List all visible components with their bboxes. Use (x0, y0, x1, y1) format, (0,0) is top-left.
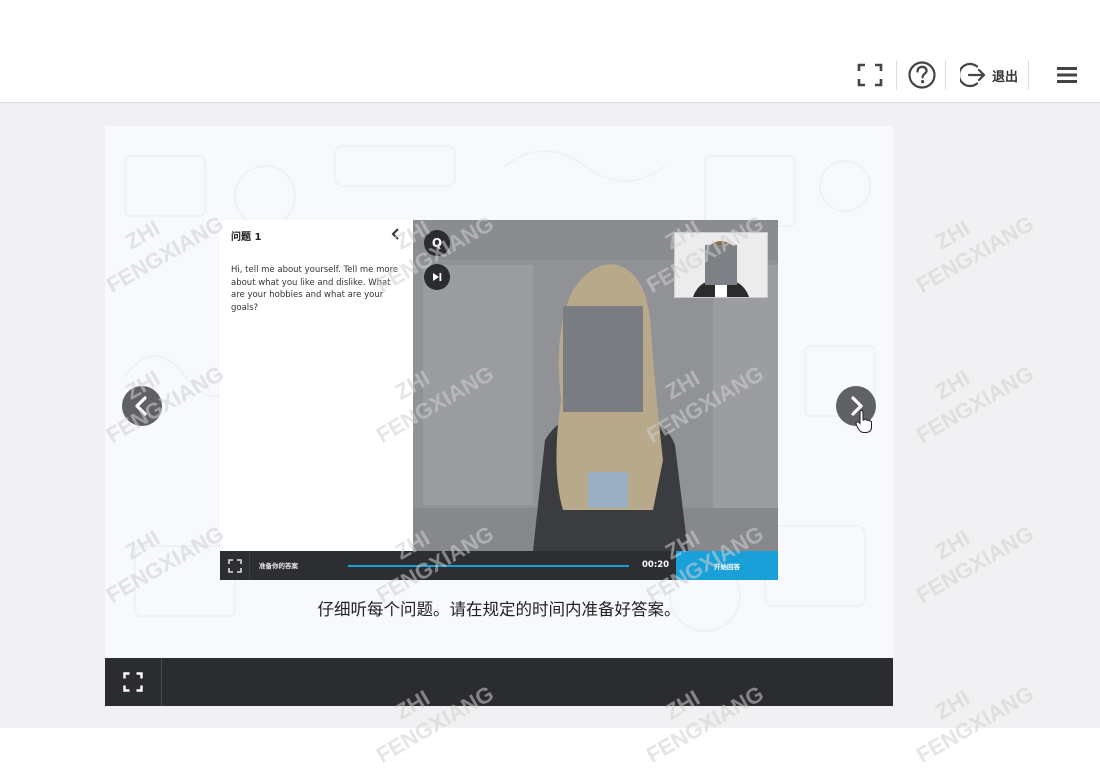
fullscreen-icon (857, 63, 883, 87)
exit-button[interactable]: 退出 (956, 58, 1022, 92)
header-divider (945, 60, 946, 90)
question-toggle-button[interactable]: Q (424, 230, 450, 256)
prep-timer: 00:20 (642, 560, 670, 570)
chevron-left-icon (135, 396, 147, 416)
skip-button[interactable] (424, 264, 450, 290)
chevron-left-icon (391, 228, 399, 240)
slide-control-bar (105, 658, 893, 706)
candidate-video (675, 233, 767, 297)
instruction-caption: 仔细听每个问题。请在规定的时间内准备好答案。 (317, 600, 681, 619)
q-label: Q (431, 236, 443, 250)
exit-label: 退出 (991, 69, 1018, 85)
candidate-preview (674, 232, 768, 298)
question-title: 问题 1 (231, 232, 262, 243)
header-divider (1028, 60, 1029, 90)
skip-forward-icon (433, 273, 442, 281)
hand-cursor-icon (855, 410, 872, 433)
help-button[interactable] (904, 58, 940, 92)
fullscreen-icon (227, 558, 242, 573)
player-fullscreen-button[interactable] (220, 551, 250, 580)
prep-progress-bar (348, 565, 629, 567)
exit-icon (959, 62, 986, 88)
slide-fullscreen-button[interactable] (105, 658, 162, 706)
fullscreen-icon (123, 672, 143, 692)
menu-button[interactable] (1050, 58, 1084, 92)
menu-icon (1057, 67, 1077, 83)
collapse-panel-button[interactable] (388, 226, 404, 242)
question-panel: 问题 1 Hi, tell me about yourself. Tell me… (220, 220, 413, 551)
help-icon (908, 61, 936, 89)
top-header: 退出 (0, 0, 1100, 103)
prev-slide-button[interactable] (122, 386, 162, 426)
player-control-bar: 准备你的答案 00:20 开始回答 (220, 551, 778, 580)
question-text: Hi, tell me about yourself. Tell me more… (231, 265, 399, 313)
video-area (413, 220, 778, 551)
fullscreen-button[interactable] (852, 58, 888, 92)
prepare-label: 准备你的答案 (259, 562, 298, 570)
start-answer-button[interactable]: 开始回答 (676, 551, 778, 580)
header-divider (896, 60, 897, 90)
interview-player: 问题 1 Hi, tell me about yourself. Tell me… (220, 220, 778, 580)
